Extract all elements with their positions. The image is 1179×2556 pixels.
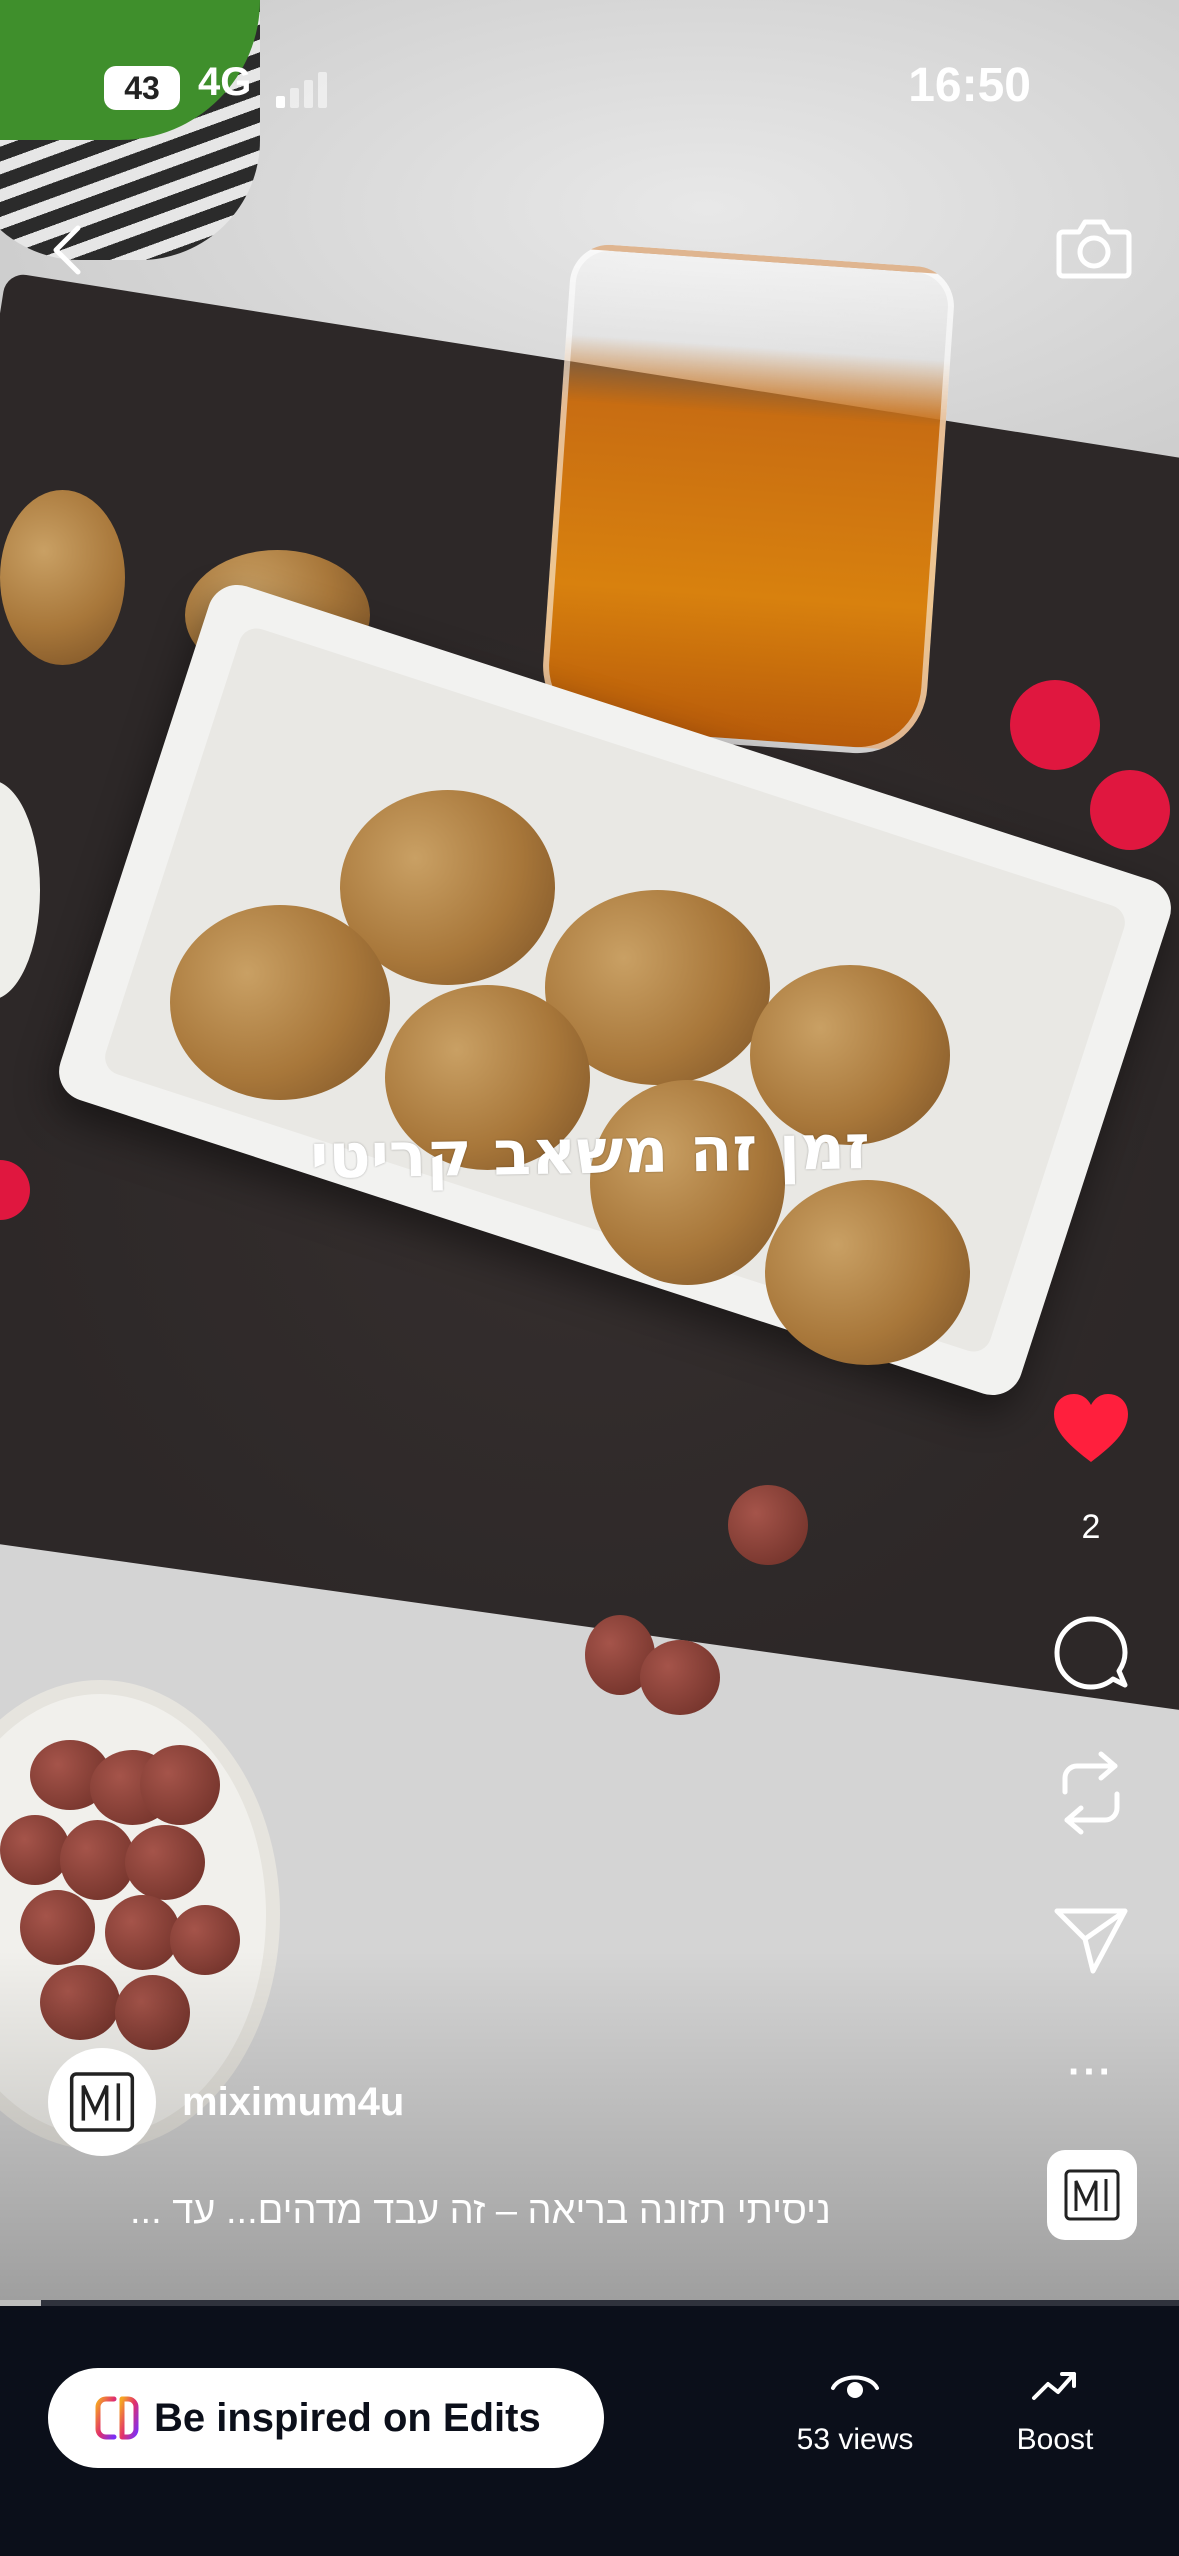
username[interactable]: miximum4u <box>182 2080 404 2125</box>
like-count[interactable]: 2 <box>1033 1508 1149 1547</box>
share-button[interactable] <box>1033 1905 1149 1975</box>
edits-button-label: Be inspired on Edits <box>154 2395 541 2440</box>
red-flower <box>1090 770 1170 850</box>
tea-glass <box>538 242 957 758</box>
clock: 16:50 <box>908 59 1031 112</box>
video-overlay-text: זמן זה משאב קריטי <box>309 1110 871 1193</box>
bottom-bar: Be inspired on Edits 53 views Boost <box>0 2306 1179 2556</box>
eye-icon <box>831 2375 879 2398</box>
account-logo-icon <box>69 2072 135 2132</box>
hazelnut <box>640 1640 720 1715</box>
edits-logo-icon <box>95 2396 139 2440</box>
hazelnut <box>0 1815 70 1885</box>
repost-button[interactable] <box>1033 1750 1149 1836</box>
avatar[interactable] <box>48 2048 156 2156</box>
hazelnut <box>140 1745 220 1825</box>
cookie <box>170 905 390 1100</box>
hazelnut <box>728 1485 808 1565</box>
more-icon[interactable]: ··· <box>1033 2050 1149 2095</box>
hazelnut <box>125 1825 205 1900</box>
status-bar: 43 4G 16:50 <box>0 58 1179 118</box>
battery-indicator: 43 <box>104 66 180 110</box>
share-icon <box>1054 1908 1128 1974</box>
edits-button[interactable]: Be inspired on Edits <box>48 2368 604 2468</box>
repost-icon <box>1062 1751 1120 1835</box>
like-button[interactable] <box>1033 1390 1149 1466</box>
network-type: 4G <box>198 60 252 104</box>
heart-icon <box>1054 1394 1128 1462</box>
boost-label: Boost <box>1016 2423 1094 2456</box>
boost-button[interactable]: Boost <box>1000 2366 1110 2457</box>
audio-thumbnail[interactable] <box>1047 2150 1137 2240</box>
camera-icon[interactable] <box>1055 212 1133 282</box>
comment-icon <box>1054 1616 1128 1690</box>
cookie <box>0 490 125 665</box>
reel-video[interactable]: זמן זה משאב קריטי <box>0 0 1179 2300</box>
red-flower <box>1010 680 1100 770</box>
cookie <box>765 1180 970 1365</box>
views-stat[interactable]: 53 views <box>790 2366 920 2457</box>
comment-button[interactable] <box>1033 1615 1149 1691</box>
trend-icon <box>1032 2372 1076 2400</box>
author-row[interactable]: miximum4u <box>48 2048 404 2156</box>
signal-icon <box>276 68 340 108</box>
post-caption[interactable]: ניסיתי תזונה בריאה – זה עבד מדהים... עד … <box>130 2190 920 2233</box>
account-logo-icon <box>1064 2169 1120 2221</box>
hazelnut <box>60 1820 135 1900</box>
views-label: 53 views <box>796 2423 914 2456</box>
back-icon[interactable] <box>40 220 100 280</box>
